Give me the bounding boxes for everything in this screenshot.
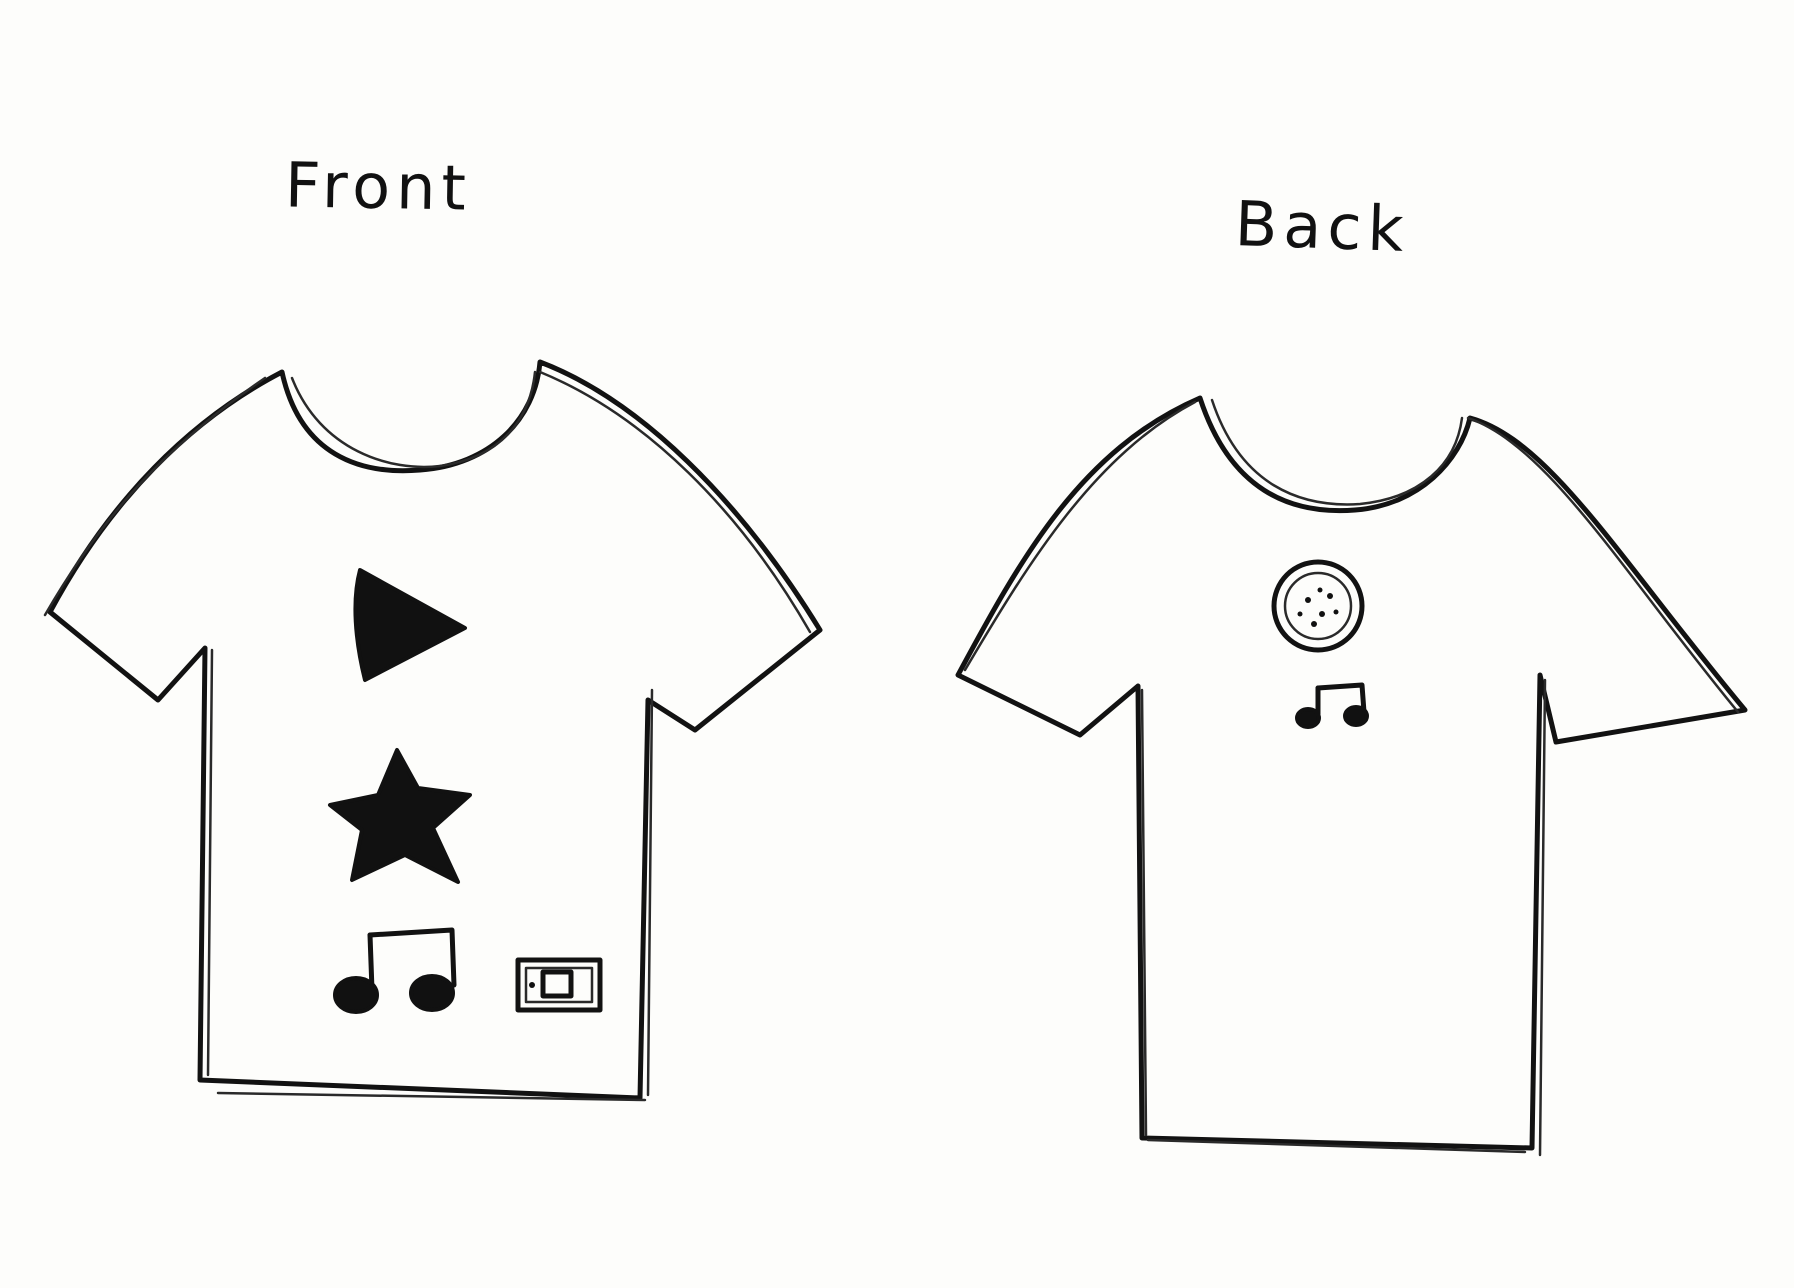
star-icon <box>328 748 472 884</box>
music-note-icon <box>1295 682 1369 729</box>
ticket-icon <box>515 957 603 1013</box>
back-tshirt-overstroke <box>963 398 1740 1157</box>
play-triangle-icon <box>353 568 467 682</box>
tshirt-drawings <box>43 359 1748 1157</box>
music-note-icon <box>333 927 457 1014</box>
sketch-sheet: Front Back <box>0 0 1794 1288</box>
back-tshirt <box>955 395 1748 1157</box>
cd-disc-icon <box>1271 559 1365 653</box>
back-tshirt-outline <box>955 395 1748 1151</box>
front-tshirt <box>43 359 823 1102</box>
